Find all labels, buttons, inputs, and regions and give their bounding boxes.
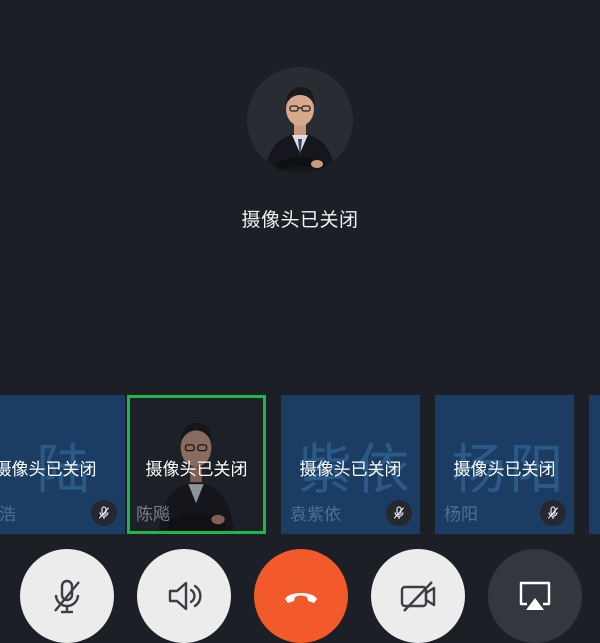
participant-name: 袁紫依 [290, 505, 341, 525]
hang-up-button[interactable] [254, 549, 348, 643]
camera-off-icon [400, 581, 436, 612]
main-camera-status: 摄像头已关闭 [241, 209, 359, 231]
mic-off-icon [547, 506, 559, 519]
person-portrait-icon [247, 67, 353, 173]
speaker-icon [168, 581, 202, 611]
participant-camera-status: 摄像头已关闭 [299, 460, 402, 480]
participant-camera-status: 摄像头已关闭 [453, 460, 556, 480]
participant-name: 杨阳 [444, 505, 478, 525]
participant-name: 陆浩 [0, 505, 16, 525]
main-video-area[interactable]: 摄像头已关闭 [0, 0, 600, 395]
speaker-button[interactable] [137, 549, 231, 643]
participant-name: 陈飚 [136, 505, 170, 525]
participant-tile-3[interactable]: 紫依 摄像头已关闭 袁紫依 [281, 395, 420, 534]
mic-muted-badge [540, 500, 566, 526]
mic-off-icon [54, 579, 80, 614]
participant-tile-2[interactable]: 摄像头已关闭 陈飚 [127, 395, 266, 534]
airplay-icon [519, 581, 551, 610]
mute-microphone-button[interactable] [20, 549, 114, 643]
participant-camera-status: 摄像头已关闭 [145, 460, 248, 480]
mic-muted-badge [386, 500, 412, 526]
main-speaker-avatar [247, 67, 353, 173]
mic-off-icon [393, 506, 405, 519]
hang-up-icon [285, 593, 317, 603]
participant-tile-5[interactable] [589, 395, 600, 534]
participant-tile-1[interactable]: 陆 摄像头已关闭 陆浩 [0, 395, 125, 534]
mic-off-icon [98, 506, 110, 519]
screen-share-button[interactable] [488, 549, 582, 643]
participant-tile-4[interactable]: 杨阳 摄像头已关闭 杨阳 [435, 395, 574, 534]
participant-camera-status: 摄像头已关闭 [0, 460, 97, 480]
camera-toggle-button[interactable] [371, 549, 465, 643]
mic-muted-badge [91, 500, 117, 526]
